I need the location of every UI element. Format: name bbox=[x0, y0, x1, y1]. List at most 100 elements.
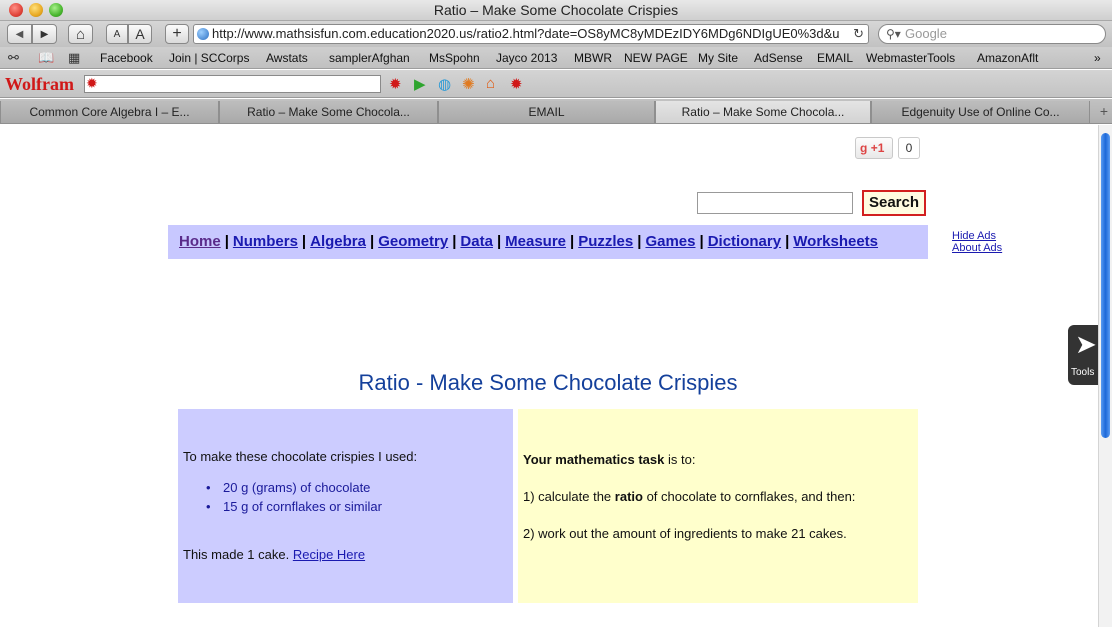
wolfram-star-icon-2[interactable]: ✹ bbox=[510, 75, 523, 93]
reading-list-icon[interactable]: ⚯ bbox=[8, 50, 19, 66]
bookmark-item[interactable]: Awstats bbox=[266, 51, 308, 65]
google-plus-icon: g bbox=[860, 141, 868, 155]
tab-bar: Common Core Algebra I – E... Ratio – Mak… bbox=[0, 99, 1112, 124]
step1-bold: ratio bbox=[614, 489, 643, 504]
wolfram-home-icon[interactable]: ⌂ bbox=[486, 75, 495, 92]
text-larger-button[interactable]: A bbox=[128, 24, 152, 44]
top-sites-grid-icon[interactable]: ▦ bbox=[68, 50, 80, 66]
wolfram-play-icon[interactable]: ▶ bbox=[414, 75, 426, 93]
nav-separator: | bbox=[496, 233, 502, 250]
back-button[interactable]: ◀ bbox=[7, 24, 32, 44]
nav-puzzles[interactable]: Puzzles bbox=[578, 233, 633, 250]
browser-tab[interactable]: Edgenuity Use of Online Co... bbox=[871, 101, 1090, 123]
nav-separator: | bbox=[224, 233, 229, 250]
nav-separator: | bbox=[785, 233, 790, 250]
bookmarks-overflow-button[interactable]: » bbox=[1094, 51, 1101, 65]
browser-tab[interactable]: Ratio – Make Some Chocola... bbox=[219, 101, 438, 123]
task-step-1: 1) calculate the ratio of chocolate to c… bbox=[523, 487, 910, 506]
add-bookmark-button[interactable]: + bbox=[165, 24, 189, 44]
nav-separator: | bbox=[452, 233, 457, 250]
ingredients-intro: To make these chocolate crispies I used: bbox=[183, 449, 418, 464]
address-bar[interactable]: http://www.mathsisfun.com.education2020.… bbox=[193, 24, 869, 44]
window-title: Ratio – Make Some Chocolate Crispies bbox=[433, 2, 679, 18]
list-item: 20 g (grams) of chocolate bbox=[206, 478, 513, 497]
home-icon: ⌂ bbox=[75, 25, 86, 43]
zoom-window-button[interactable] bbox=[49, 3, 63, 17]
wolfram-query-input[interactable]: ✹ bbox=[84, 75, 381, 93]
nav-worksheets[interactable]: Worksheets bbox=[793, 233, 878, 250]
ingredient-list: 20 g (grams) of chocolate 15 g of cornfl… bbox=[206, 478, 513, 516]
text-smaller-button[interactable]: A bbox=[106, 24, 128, 44]
plus-icon: + bbox=[172, 25, 182, 42]
nav-home[interactable]: Home bbox=[179, 233, 221, 250]
wolfram-spiky-icon[interactable]: ✹ bbox=[389, 75, 402, 93]
hide-ads-link[interactable]: Hide Ads bbox=[952, 230, 1002, 242]
bookmark-item[interactable]: MsSpohn bbox=[429, 51, 480, 65]
wolfram-star-icon: ✹ bbox=[86, 75, 98, 91]
home-button[interactable]: ⌂ bbox=[68, 24, 93, 44]
bookmark-item[interactable]: Facebook bbox=[100, 51, 153, 65]
forward-button[interactable]: ▶ bbox=[32, 24, 57, 44]
nav-games[interactable]: Games bbox=[645, 233, 695, 250]
nav-geometry[interactable]: Geometry bbox=[378, 233, 448, 250]
nav-separator: | bbox=[699, 233, 704, 250]
task-heading-bold: Your mathematics task bbox=[523, 452, 665, 467]
scrollbar-thumb[interactable] bbox=[1101, 133, 1110, 438]
nav-dictionary[interactable]: Dictionary bbox=[708, 233, 781, 250]
new-tab-button[interactable]: + bbox=[1100, 103, 1108, 119]
cursor-arrow-icon: ➤ bbox=[1075, 329, 1097, 359]
bookmark-item[interactable]: EMAIL bbox=[817, 51, 853, 65]
google-plus-one-button[interactable]: g +1 bbox=[855, 137, 893, 159]
tools-tab[interactable]: ➤ Tools bbox=[1068, 325, 1098, 385]
task-heading: Your mathematics task is to: bbox=[523, 450, 910, 469]
bookmark-item[interactable]: My Site bbox=[698, 51, 738, 65]
site-search-input[interactable] bbox=[697, 192, 853, 214]
main-navigation: Home | Numbers | Algebra | Geometry | Data | Measu… bbox=[168, 225, 928, 259]
address-url: http://www.mathsisfun.com.education2020.… bbox=[212, 26, 840, 41]
page-title: Ratio - Make Some Chocolate Crispies bbox=[358, 370, 738, 395]
text-smaller-label: A bbox=[113, 28, 121, 40]
browser-tab[interactable]: EMAIL bbox=[438, 101, 655, 123]
wolfram-logo: Wolfram bbox=[5, 74, 74, 94]
bookmarks-bar: ⚯ 📖 ▦ Facebook Join | SCCorps Awstats sa… bbox=[0, 47, 1112, 69]
bookmark-item[interactable]: AdSense bbox=[754, 51, 803, 65]
site-search-button[interactable]: Search bbox=[862, 190, 926, 216]
back-arrow-icon: ◀ bbox=[15, 28, 24, 40]
nav-separator: | bbox=[570, 233, 575, 250]
recipe-link[interactable]: Recipe Here bbox=[293, 547, 365, 562]
minimize-window-button[interactable] bbox=[29, 3, 43, 17]
browser-search-field[interactable]: ⚲▾ Google bbox=[878, 24, 1106, 44]
nav-algebra[interactable]: Algebra bbox=[310, 233, 366, 250]
nav-separator: | bbox=[301, 233, 307, 250]
web-page: g +1 0 Search Home | Numbers | Algebra | Geome… bbox=[0, 125, 1098, 627]
wolfram-gear-icon[interactable]: ✺ bbox=[462, 75, 475, 93]
wolfram-toolbar: Wolfram ✹ ✹ ▶ ◍ ✺ ⌂ ✹ bbox=[0, 70, 1112, 98]
bookmark-item[interactable]: Join | SCCorps bbox=[169, 51, 249, 65]
text-larger-label: A bbox=[135, 26, 145, 42]
browser-toolbar: ◀ ▶ ⌂ A A + http://www.mathsisfun.com.ed… bbox=[0, 21, 1112, 47]
reload-icon[interactable]: ↻ bbox=[850, 25, 864, 43]
close-window-button[interactable] bbox=[9, 3, 23, 17]
browser-tab-active[interactable]: Ratio – Make Some Chocola... bbox=[655, 101, 871, 123]
browser-tab[interactable]: Common Core Algebra I – E... bbox=[0, 101, 219, 123]
nav-measure[interactable]: Measure bbox=[505, 233, 566, 250]
bookmark-item[interactable]: AmazonAflt bbox=[977, 51, 1038, 65]
bookmarks-book-icon[interactable]: 📖 bbox=[38, 50, 54, 66]
bookmark-item[interactable]: samplerAfghan bbox=[329, 51, 410, 65]
tools-label: Tools bbox=[1071, 367, 1095, 378]
task-step-2: 2) work out the amount of ingredients to… bbox=[523, 526, 847, 541]
wolfram-globe-icon[interactable]: ◍ bbox=[438, 75, 451, 93]
step1-pre: 1) calculate the bbox=[523, 489, 615, 504]
browser-search-placeholder: Google bbox=[905, 26, 947, 41]
task-heading-rest: is to: bbox=[664, 452, 696, 467]
nav-numbers[interactable]: Numbers bbox=[233, 233, 298, 250]
bookmark-item[interactable]: Jayco 2013 bbox=[496, 51, 557, 65]
site-favicon-icon bbox=[197, 28, 209, 40]
bookmark-item[interactable]: MBWR bbox=[574, 51, 612, 65]
about-ads-link[interactable]: About Ads bbox=[952, 242, 1002, 254]
nav-data[interactable]: Data bbox=[460, 233, 493, 250]
made-text-line: This made 1 cake. Recipe Here bbox=[183, 547, 513, 562]
bookmark-item[interactable]: NEW PAGE bbox=[624, 51, 688, 65]
bookmark-item[interactable]: WebmasterTools bbox=[866, 51, 955, 65]
vertical-scrollbar[interactable] bbox=[1098, 125, 1112, 627]
